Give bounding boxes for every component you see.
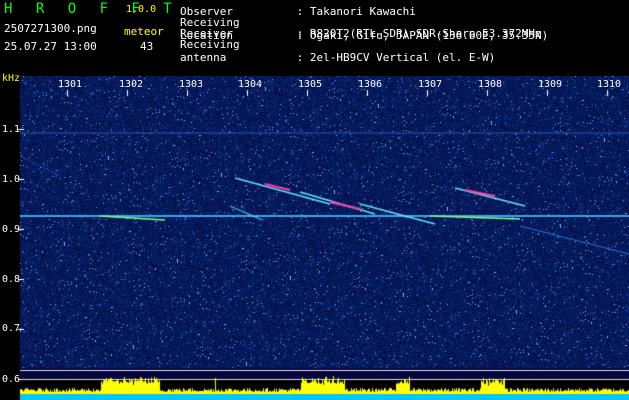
- y-tick-label: 0.7: [2, 323, 21, 334]
- y-tick-label: 0.9: [2, 224, 21, 235]
- x-tick-label: 1303: [179, 79, 204, 90]
- x-tick-label: 1309: [538, 79, 563, 90]
- x-tick-label: 1301: [58, 79, 83, 90]
- x-tick-label: 1304: [238, 79, 263, 90]
- info-value: 2el-HB9CV Vertical (el. E-W): [309, 51, 496, 64]
- x-tick-label: 1308: [478, 79, 503, 90]
- x-tick-label: 1310: [597, 79, 622, 90]
- info-sep: :: [296, 51, 304, 64]
- x-tick-label: 1307: [418, 79, 443, 90]
- file-name: 2507271300.png: [4, 22, 97, 35]
- x-tick-label: 1302: [119, 79, 144, 90]
- meteor-count: 43: [140, 40, 154, 53]
- meteor-label: meteor: [124, 25, 164, 38]
- x-tick-label: 1305: [298, 79, 323, 90]
- info-row-antenna: Receiving antenna : 2el-HB9CV Vertical (…: [180, 38, 495, 64]
- spectrogram-canvas: [0, 76, 629, 400]
- file-datetime: 25.07.27 13:00: [4, 40, 97, 53]
- y-axis-unit: kHz: [2, 73, 21, 84]
- y-tick-label: 0.8: [2, 274, 21, 285]
- info-key: Receiving antenna: [180, 38, 240, 64]
- y-tick-label: 1.0: [2, 174, 21, 185]
- y-tick-label: 1.1: [2, 124, 21, 135]
- app-version: 1.0.0: [126, 4, 157, 15]
- y-tick-label: 0.6: [2, 374, 21, 385]
- x-tick-label: 1306: [358, 79, 383, 90]
